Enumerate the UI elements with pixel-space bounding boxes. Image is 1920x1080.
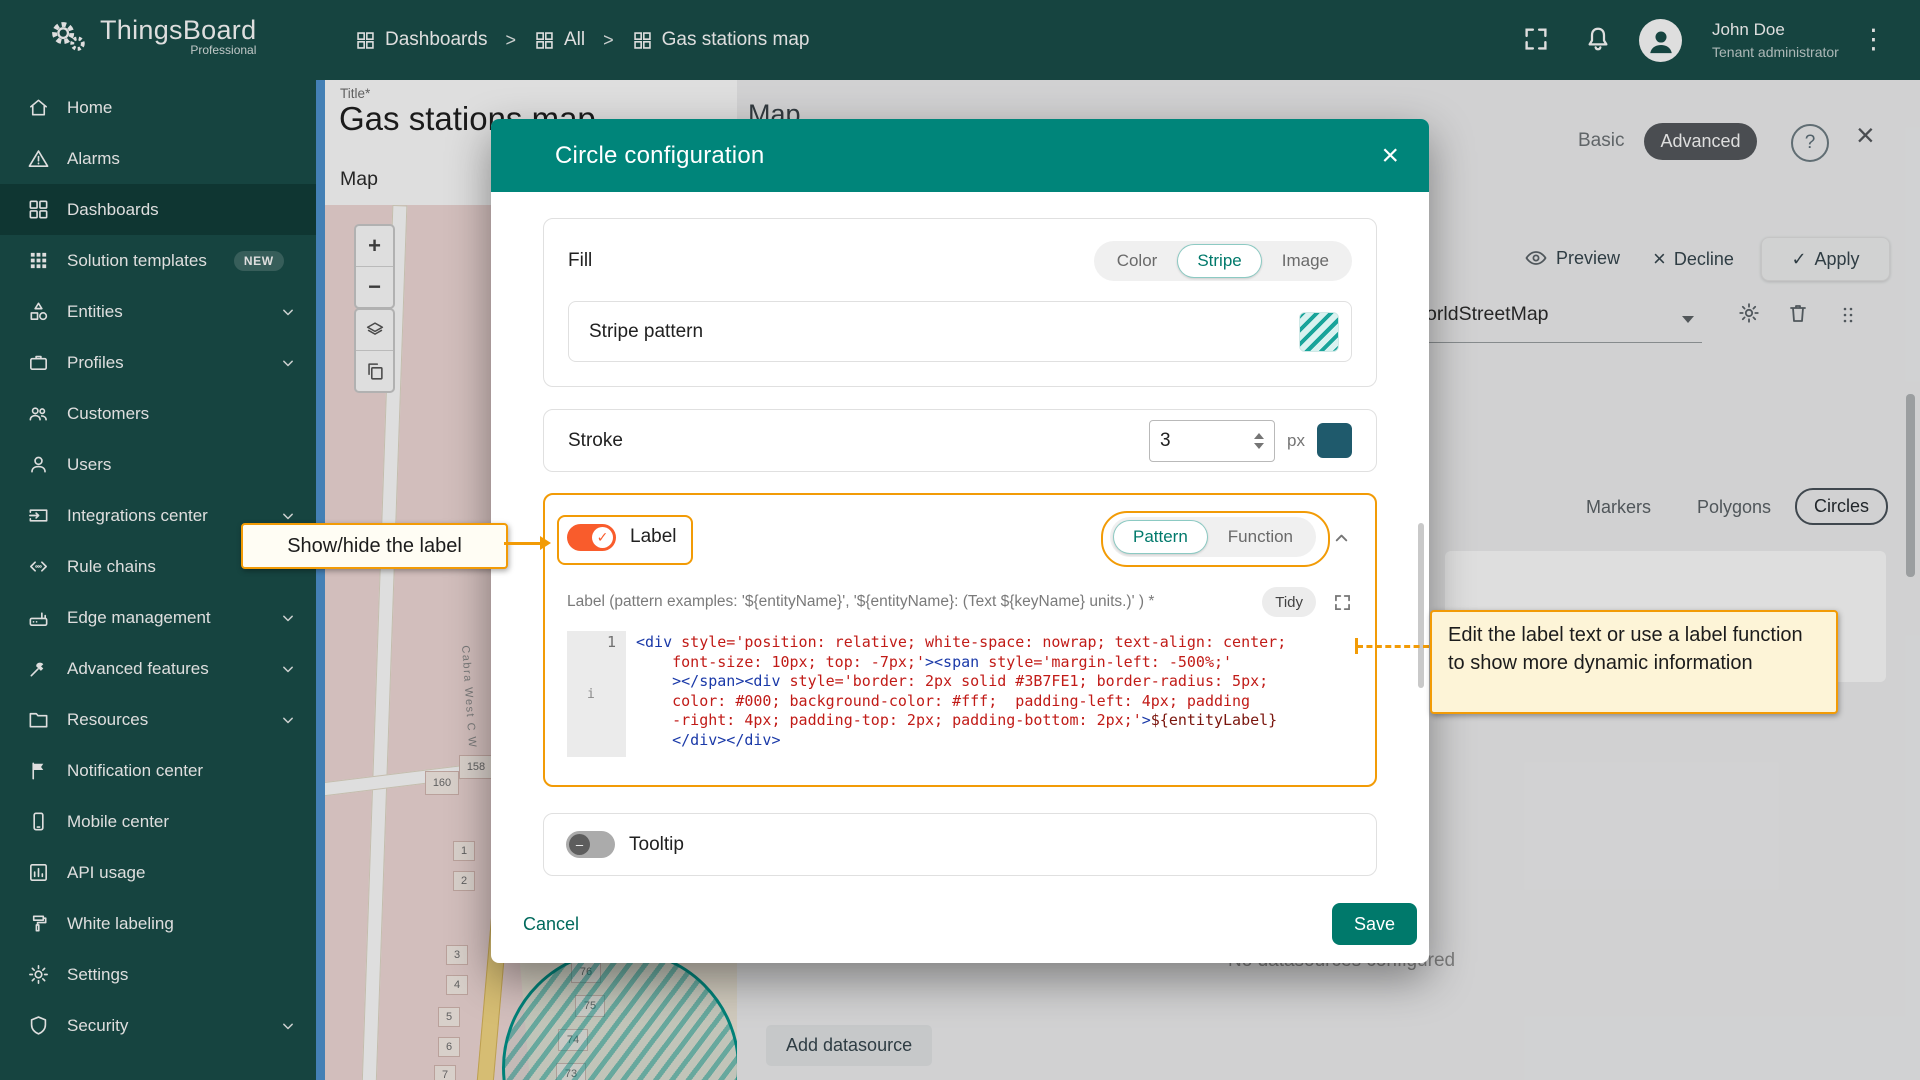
dialog-title: Circle configuration (555, 142, 764, 170)
line-number: 1 (607, 633, 616, 651)
editor-info-marker: i (587, 687, 595, 702)
label-code-editor[interactable]: 1 i <div style='position: relative; whit… (567, 631, 1353, 757)
arrow-down-icon (1254, 443, 1264, 449)
fill-type-segmented-control: Color Stripe Image (1094, 241, 1352, 281)
annotation-box-pattern-function (1101, 511, 1330, 567)
circle-configuration-dialog: Circle configuration × Fill Color Stripe… (491, 119, 1429, 963)
annotation-callout-edit-label: Edit the label text or use a label funct… (1430, 610, 1838, 714)
stripe-pattern-label: Stripe pattern (589, 321, 703, 343)
chevron-up-icon[interactable] (1330, 526, 1353, 549)
fill-type-color[interactable]: Color (1097, 244, 1178, 278)
fill-type-image[interactable]: Image (1262, 244, 1349, 278)
tooltip-toggle-label: Tooltip (629, 834, 684, 856)
number-stepper[interactable] (1254, 433, 1264, 449)
stripe-pattern-swatch[interactable] (1299, 312, 1339, 352)
editor-gutter: 1 i (567, 631, 626, 757)
dialog-scrollbar[interactable] (1418, 523, 1424, 688)
fill-label: Fill (568, 250, 592, 272)
dash-icon: – (569, 834, 590, 855)
save-button[interactable]: Save (1332, 903, 1417, 945)
expand-editor-icon[interactable] (1332, 592, 1353, 613)
stroke-color-swatch[interactable] (1317, 423, 1352, 458)
editor-code[interactable]: <div style='position: relative; white-sp… (626, 631, 1353, 757)
stroke-width-input[interactable]: 3 (1149, 420, 1275, 462)
stroke-unit: px (1287, 431, 1305, 451)
annotation-connector-line (504, 542, 542, 545)
label-pattern-hint: Label (pattern examples: '${entityName}'… (567, 593, 1154, 611)
stripe-pattern-row: Stripe pattern (568, 301, 1352, 362)
fill-section: Fill Color Stripe Image Stripe pattern (543, 218, 1377, 387)
annotation-box-label-toggle (557, 515, 693, 565)
fill-type-stripe[interactable]: Stripe (1177, 244, 1261, 278)
label-section: ✓ Label Pattern Function Label (pattern … (543, 493, 1377, 787)
annotation-text: Edit the label text or use a label funct… (1448, 624, 1803, 674)
cancel-button[interactable]: Cancel (513, 906, 589, 943)
stroke-section: Stroke 3 px (543, 409, 1377, 472)
dialog-header: Circle configuration × (491, 119, 1429, 192)
stroke-width-value: 3 (1160, 430, 1171, 452)
thingsboard-app: ThingsBoard Professional Dashboards > Al… (0, 0, 1920, 1080)
annotation-text: Show/hide the label (287, 535, 462, 558)
tooltip-section: – Tooltip (543, 813, 1377, 876)
dialog-close-button[interactable]: × (1381, 142, 1399, 170)
annotation-connector-dashed (1357, 645, 1429, 648)
tooltip-toggle[interactable]: – (566, 831, 615, 858)
arrow-up-icon (1254, 433, 1264, 439)
dialog-footer: Cancel Save (491, 885, 1429, 963)
stroke-label: Stroke (568, 430, 623, 452)
annotation-callout-show-hide: Show/hide the label (241, 523, 508, 569)
annotation-arrow (540, 536, 551, 550)
dialog-body: Fill Color Stripe Image Stripe pattern S… (491, 192, 1429, 885)
tidy-button[interactable]: Tidy (1262, 587, 1316, 617)
